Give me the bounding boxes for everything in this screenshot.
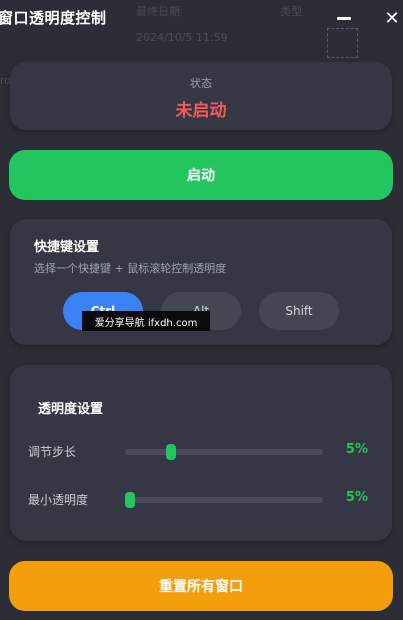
minus-icon xyxy=(337,16,351,20)
watermark-label: 爱分享导航 ifxdh.com xyxy=(82,311,210,331)
step-label: 调节步长 xyxy=(28,445,77,459)
status-value: 未启动 xyxy=(175,101,227,121)
hotkey-shift-button[interactable]: Shift xyxy=(259,292,339,330)
minimize-button[interactable] xyxy=(330,4,358,32)
step-slider-track[interactable] xyxy=(125,444,323,460)
min-opacity-label: 最小透明度 xyxy=(28,493,89,507)
min-opacity-slider-row: 最小透明度 5% xyxy=(28,488,368,512)
hotkey-title: 快捷键设置 xyxy=(34,240,100,255)
start-button[interactable]: 启动 xyxy=(9,150,393,200)
min-opacity-slider-track[interactable] xyxy=(125,492,323,508)
hotkey-description: 选择一个快捷键 + 鼠标滚轮控制透明度 xyxy=(34,262,227,275)
status-label: 状态 xyxy=(190,77,212,90)
min-opacity-slider-thumb[interactable] xyxy=(125,492,135,508)
step-slider-thumb[interactable] xyxy=(166,444,176,460)
min-opacity-value: 5% xyxy=(345,490,368,505)
window-title: 窗口透明度控制 xyxy=(0,9,107,27)
close-button[interactable]: ✕ xyxy=(378,4,403,32)
reset-all-windows-button[interactable]: 重置所有窗口 xyxy=(9,561,393,611)
title-bar: 窗口透明度控制 ✕ xyxy=(0,0,403,36)
step-slider-row: 调节步长 5% xyxy=(28,440,368,464)
opacity-title: 透明度设置 xyxy=(38,402,104,417)
step-value: 5% xyxy=(345,442,368,457)
status-card: 状态 未启动 xyxy=(10,62,392,130)
close-icon: ✕ xyxy=(384,7,400,29)
